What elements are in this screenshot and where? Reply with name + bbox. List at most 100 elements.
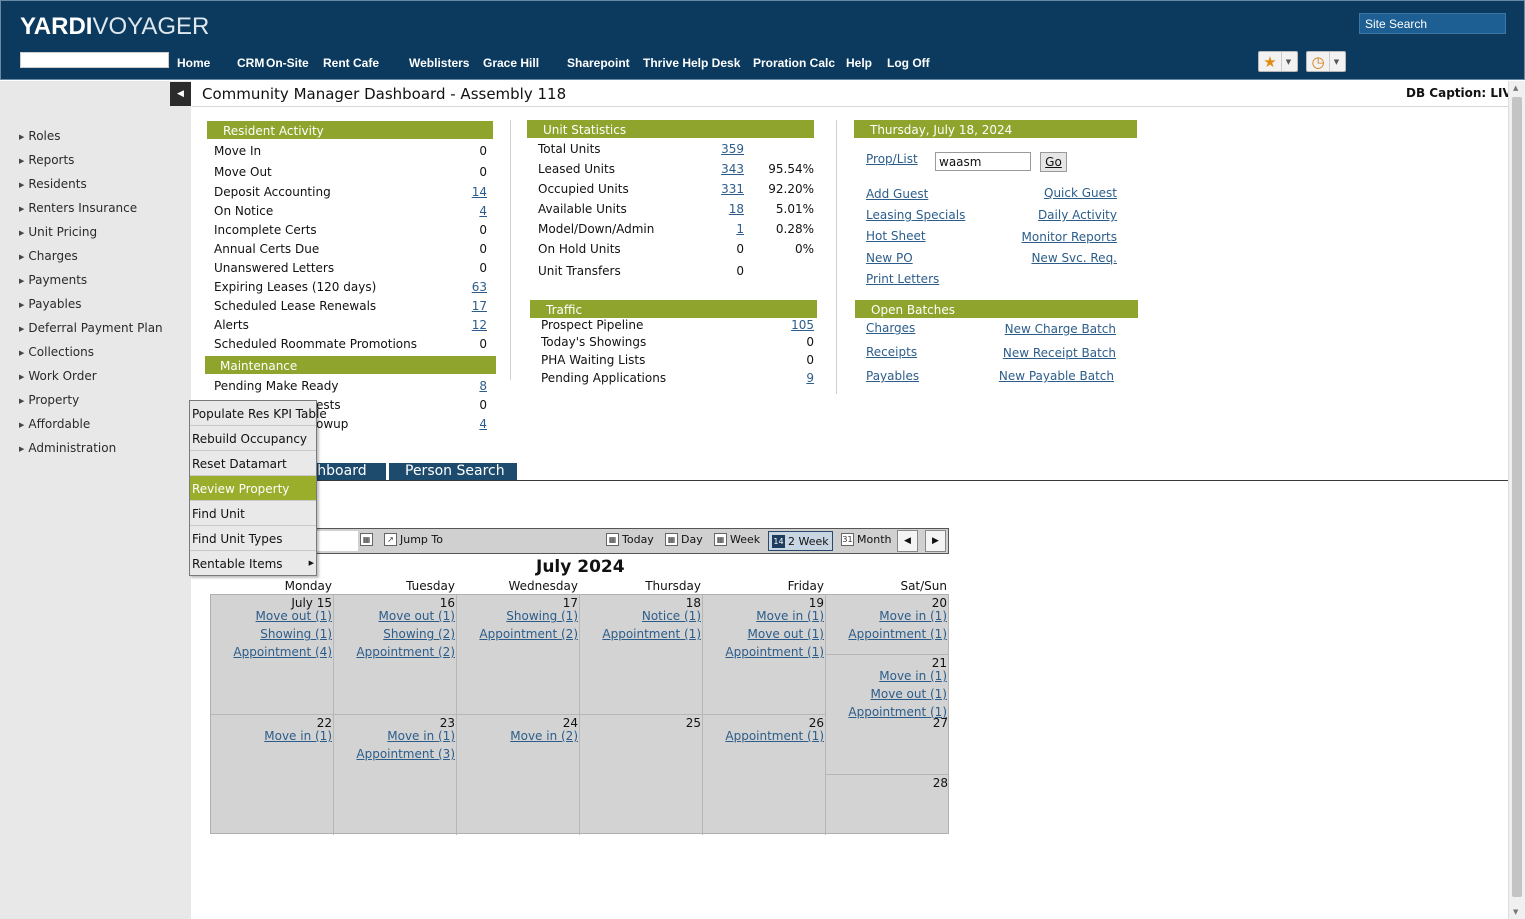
deposit-accounting-link[interactable]: 14 [440, 185, 487, 199]
scrollbar-thumb[interactable] [1512, 97, 1522, 897]
sidebar-item-renters-insurance[interactable]: ▶ Renters Insurance [19, 201, 137, 215]
calendar-day-cell[interactable]: 18 Notice (1) Appointment (1) [580, 595, 703, 715]
sidebar-item-affordable[interactable]: ▶ Affordable [19, 417, 90, 431]
calendar-event-link[interactable]: Appointment (4) [233, 645, 332, 659]
tab-dashboard[interactable]: shboard [316, 463, 386, 480]
scroll-up-icon[interactable]: ▲ [1513, 84, 1518, 92]
expiring-leases-link[interactable]: 63 [440, 280, 487, 294]
calendar-event-link[interactable]: Appointment (3) [356, 747, 455, 761]
calendar-event-link[interactable]: Appointment (2) [479, 627, 578, 641]
calendar-day-cell[interactable]: 17 Showing (1) Appointment (2) [457, 595, 580, 715]
new-receipt-batch-link[interactable]: New Receipt Batch [990, 346, 1116, 360]
payables-batch-link[interactable]: Payables [866, 369, 919, 383]
new-charge-batch-link[interactable]: New Charge Batch [990, 322, 1116, 336]
leased-units-link[interactable]: 343 [700, 162, 744, 176]
menu-item-populate-res-kpi-table[interactable]: Populate Res KPI Table [190, 401, 327, 426]
calendar-event-link[interactable]: Showing (1) [260, 627, 332, 641]
calendar-event-link[interactable]: Appointment (1) [725, 645, 824, 659]
hot-sheet-link[interactable]: Hot Sheet [866, 229, 926, 243]
calendar-event-link[interactable]: Move out (1) [871, 687, 947, 701]
sidebar-item-charges[interactable]: ▶ Charges [19, 249, 78, 263]
week-view-button[interactable]: ▦ Week [714, 533, 760, 546]
new-svc-req-link[interactable]: New Svc. Req. [1000, 251, 1117, 265]
nav-grace-hill[interactable]: Grace Hill [483, 56, 539, 70]
nav-rent-cafe[interactable]: Rent Cafe [323, 56, 379, 70]
calendar-event-link[interactable]: Move in (1) [879, 609, 947, 623]
calendar-event-link[interactable]: Notice (1) [642, 609, 701, 623]
sidebar-item-property[interactable]: ▶ Property [19, 393, 79, 407]
jump-to-button[interactable]: ↗ Jump To [384, 533, 443, 546]
calendar-event-link[interactable]: Appointment (2) [356, 645, 455, 659]
calendar-date-input[interactable] [316, 531, 358, 551]
calendar-day-cell[interactable]: 22 Move in (1) [211, 715, 334, 835]
sidebar-item-roles[interactable]: ▶ Roles [19, 129, 61, 143]
add-guest-link[interactable]: Add Guest [866, 187, 928, 201]
calendar-day-cell[interactable]: 16 Move out (1) Showing (2) Appointment … [334, 595, 457, 715]
calendar-event-link[interactable]: Showing (1) [506, 609, 578, 623]
calendar-day-cell[interactable]: 21 Move in (1) Move out (1) Appointment … [826, 655, 949, 719]
new-po-link[interactable]: New PO [866, 251, 913, 265]
two-week-view-button[interactable]: 14 2 Week [768, 531, 833, 551]
menu-item-reset-datamart[interactable]: Reset Datamart [190, 451, 316, 476]
calendar-day-cell[interactable]: 26 Appointment (1) [703, 715, 826, 835]
calendar-event-link[interactable]: Move out (1) [256, 609, 332, 623]
calendar-day-cell[interactable]: 19 Move in (1) Move out (1) Appointment … [703, 595, 826, 715]
calendar-event-link[interactable]: Appointment (1) [725, 729, 824, 743]
sidebar-item-payables[interactable]: ▶ Payables [19, 297, 81, 311]
prop-list-link[interactable]: Prop/List [866, 152, 918, 166]
menu-item-find-unit-types[interactable]: Find Unit Types [190, 526, 316, 551]
calendar-day-cell[interactable]: 20 Move in (1) Appointment (1) [826, 595, 949, 655]
menu-item-rebuild-occupancy[interactable]: Rebuild Occupancy [190, 426, 316, 451]
nav-log-off[interactable]: Log Off [887, 56, 930, 70]
site-search-input[interactable]: Site Search [1359, 13, 1506, 34]
menu-item-review-property[interactable]: Review Property [190, 476, 316, 501]
calendar-day-cell[interactable]: 27 [826, 715, 949, 775]
nav-crm[interactable]: CRM [237, 56, 264, 70]
nav-thrive-help-desk[interactable]: Thrive Help Desk [643, 56, 740, 70]
sidebar-item-administration[interactable]: ▶ Administration [19, 441, 116, 455]
sidebar-item-reports[interactable]: ▶ Reports [19, 153, 74, 167]
go-button[interactable]: Go [1040, 152, 1067, 172]
calendar-picker-button[interactable]: ▦ [360, 533, 376, 546]
calendar-event-link[interactable]: Move in (1) [264, 729, 332, 743]
pending-make-ready-link[interactable]: 8 [440, 379, 487, 393]
calendar-day-cell[interactable]: 28 [826, 775, 949, 835]
receipts-batch-link[interactable]: Receipts [866, 345, 917, 359]
new-payable-batch-link[interactable]: New Payable Batch [990, 369, 1114, 383]
calendar-day-cell[interactable]: 23 Move in (1) Appointment (3) [334, 715, 457, 835]
total-units-link[interactable]: 359 [700, 142, 744, 156]
calendar-event-link[interactable]: Move in (1) [387, 729, 455, 743]
on-notice-link[interactable]: 4 [440, 204, 487, 218]
nav-proration-calc[interactable]: Proration Calc [753, 56, 835, 70]
nav-sharepoint[interactable]: Sharepoint [567, 56, 630, 70]
occupied-units-link[interactable]: 331 [700, 182, 744, 196]
tab-person-search[interactable]: Person Search [389, 463, 517, 480]
calendar-event-link[interactable]: Move out (1) [748, 627, 824, 641]
yardi-voyager-logo[interactable]: YARDIVOYAGER [20, 13, 209, 41]
prospect-pipeline-link[interactable]: 105 [770, 318, 814, 332]
calendar-event-link[interactable]: Move in (1) [756, 609, 824, 623]
previous-period-button[interactable]: ◀ [897, 530, 918, 552]
charges-batch-link[interactable]: Charges [866, 321, 915, 335]
nav-help[interactable]: Help [846, 56, 872, 70]
calendar-event-link[interactable]: Appointment (1) [848, 627, 947, 641]
calendar-event-link[interactable]: Showing (2) [383, 627, 455, 641]
menu-item-rentable-items[interactable]: Rentable Items ▶ [190, 551, 316, 576]
print-letters-link[interactable]: Print Letters [866, 272, 939, 286]
sidebar-item-residents[interactable]: ▶ Residents [19, 177, 87, 191]
followup-link[interactable]: 4 [440, 417, 487, 431]
pending-applications-link[interactable]: 9 [770, 371, 814, 385]
quick-guest-link[interactable]: Quick Guest [1000, 186, 1117, 200]
menu-item-find-unit[interactable]: Find Unit [190, 501, 316, 526]
sidebar-item-deferral-payment-plan[interactable]: ▶ Deferral Payment Plan [19, 321, 163, 335]
available-units-link[interactable]: 18 [700, 202, 744, 216]
leasing-specials-link[interactable]: Leasing Specials [866, 208, 965, 222]
calendar-event-link[interactable]: Appointment (1) [602, 627, 701, 641]
monitor-reports-link[interactable]: Monitor Reports [1000, 230, 1117, 244]
sidebar-item-work-order[interactable]: ▶ Work Order [19, 369, 97, 383]
calendar-event-link[interactable]: Move in (1) [879, 669, 947, 683]
daily-activity-link[interactable]: Daily Activity [1000, 208, 1117, 222]
vertical-scrollbar[interactable]: ▲ ▼ [1508, 81, 1525, 919]
calendar-day-cell[interactable]: July 15 Move out (1) Showing (1) Appoint… [211, 595, 334, 715]
favorites-button[interactable]: ★ ▼ [1258, 51, 1298, 72]
